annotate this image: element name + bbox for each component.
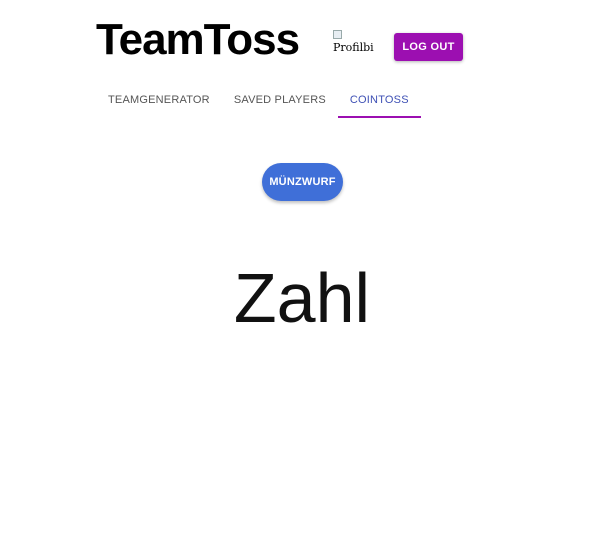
- app-header: TeamToss Profilbi LOG OUT: [0, 0, 608, 80]
- app-title: TeamToss: [96, 15, 300, 64]
- profile-image[interactable]: Profilbi: [333, 30, 377, 58]
- coin-result: Zahl: [233, 259, 371, 337]
- broken-image-icon: [333, 30, 342, 39]
- coin-toss-button[interactable]: MÜNZWURF: [262, 163, 343, 201]
- tab-teamgenerator[interactable]: TEAMGENERATOR: [96, 82, 222, 118]
- tab-bar: TEAMGENERATOR SAVED PLAYERS COINTOSS: [96, 82, 421, 118]
- tab-cointoss[interactable]: COINTOSS: [337, 82, 421, 118]
- profile-image-alt-text: Profilbi: [333, 41, 374, 54]
- logout-button[interactable]: LOG OUT: [394, 33, 463, 61]
- tab-saved-players[interactable]: SAVED PLAYERS: [222, 82, 338, 118]
